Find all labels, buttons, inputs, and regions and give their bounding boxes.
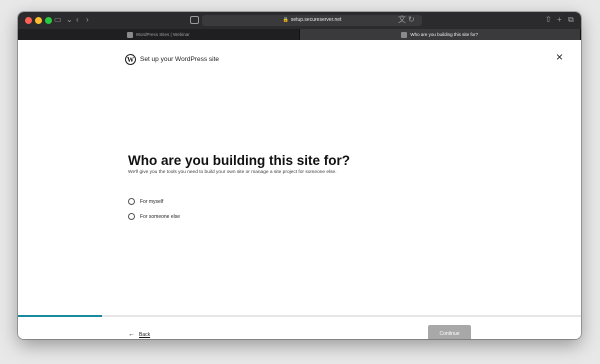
radio-for-someone-else[interactable] <box>128 213 135 220</box>
tab-setup[interactable]: Who are you building this site for? <box>299 29 581 40</box>
translate-icon[interactable]: 文 <box>398 15 406 25</box>
option-for-myself[interactable]: For myself <box>128 198 163 205</box>
new-tab-icon[interactable]: + <box>557 15 562 25</box>
sidebar-icon[interactable]: ▭ <box>54 15 62 25</box>
continue-button[interactable]: Continue <box>428 325 471 339</box>
tab-overview-icon[interactable]: ⧉ <box>568 15 574 25</box>
wordpress-logo-icon: W <box>125 54 136 65</box>
share-icon[interactable]: ⇧ <box>545 15 552 25</box>
option-label: For myself <box>140 198 164 205</box>
progress-fill <box>18 315 103 317</box>
tab-label: Who are you building this site for? <box>410 32 479 37</box>
favicon-icon <box>401 31 408 38</box>
back-label: Back <box>139 331 151 338</box>
browser-toolbar: ▭ ⌄ ‹ › 🔒 setup.secureserver.net 文 ↻ ⇧ + … <box>18 12 581 29</box>
back-nav-icon[interactable]: ‹ <box>76 15 79 25</box>
chevron-down-icon[interactable]: ⌄ <box>66 15 73 25</box>
url-text: setup.secureserver.net <box>290 17 342 23</box>
question-description: We'll give you the tools you need to bui… <box>128 170 337 175</box>
close-icon[interactable]: × <box>556 51 563 63</box>
option-for-someone-else[interactable]: For someone else <box>128 213 180 220</box>
question-heading: Who are you building this site for? <box>128 153 350 168</box>
page-content: W Set up your WordPress site × Who are y… <box>18 40 581 339</box>
reload-icon[interactable]: ↻ <box>408 15 415 25</box>
lock-icon: 🔒 <box>282 17 289 23</box>
favicon-icon <box>126 31 133 38</box>
maximize-window-button[interactable] <box>45 17 52 24</box>
close-window-button[interactable] <box>25 17 32 24</box>
extension-icon[interactable] <box>190 16 199 24</box>
radio-for-myself[interactable] <box>128 198 135 205</box>
progress-bar <box>18 315 581 317</box>
option-label: For someone else <box>140 213 181 220</box>
minimize-window-button[interactable] <box>35 17 42 24</box>
address-bar[interactable]: 🔒 setup.secureserver.net <box>202 15 422 26</box>
arrow-left-icon: ← <box>128 331 135 338</box>
tab-label: WordPress Sites | Webinar <box>135 32 190 37</box>
forward-nav-icon[interactable]: › <box>86 15 89 25</box>
tab-wordpress-sites[interactable]: WordPress Sites | Webinar <box>18 29 300 40</box>
browser-window: ▭ ⌄ ‹ › 🔒 setup.secureserver.net 文 ↻ ⇧ + … <box>18 12 581 339</box>
page-title: Set up your WordPress site <box>140 56 219 63</box>
tab-bar: WordPress Sites | Webinar Who are you bu… <box>18 29 581 40</box>
back-button[interactable]: ← Back <box>128 331 150 338</box>
